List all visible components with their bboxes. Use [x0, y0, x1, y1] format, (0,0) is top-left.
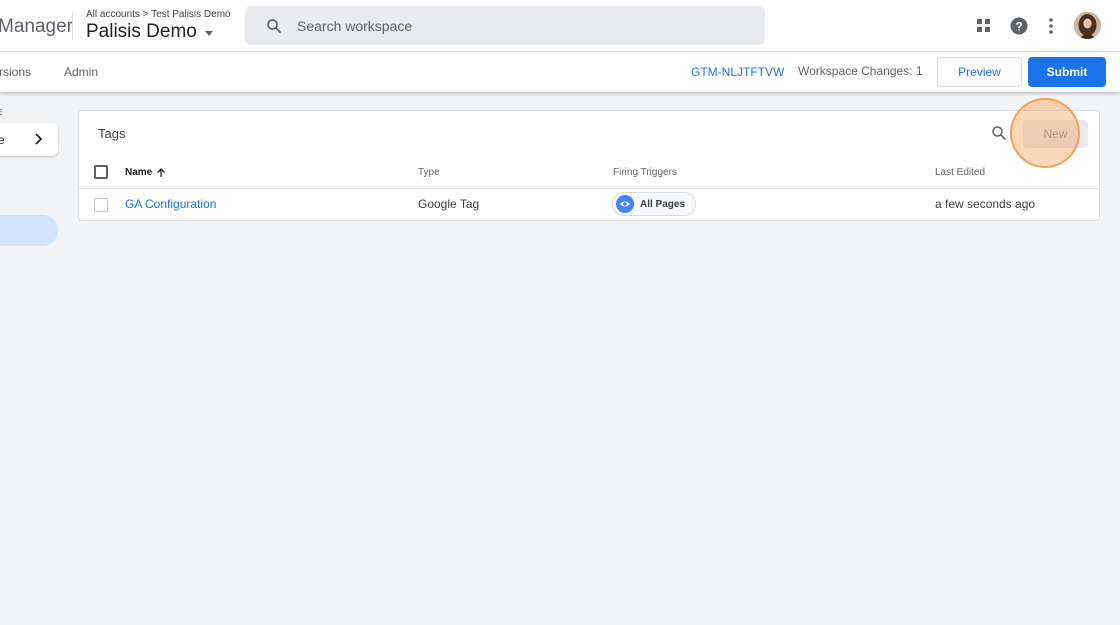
workspace-label: e [0, 132, 5, 147]
eye-icon [616, 195, 634, 213]
top-header: Manager All accounts > Test Palisis Demo… [0, 0, 1120, 52]
avatar[interactable] [1074, 12, 1101, 39]
apps-icon[interactable] [973, 15, 995, 37]
column-header-name[interactable]: Name [125, 167, 166, 178]
column-header-last-edited[interactable]: Last Edited [935, 167, 985, 178]
tag-type: Google Tag [418, 197, 480, 211]
sidebar-item-tags-active[interactable] [0, 215, 58, 246]
breadcrumb[interactable]: All accounts > Test Palisis Demo [86, 9, 231, 20]
card-title: Tags [98, 126, 126, 141]
tab-admin[interactable]: Admin [64, 65, 98, 79]
sort-ascending-icon [157, 167, 166, 177]
sidebar-section-label: E [0, 108, 2, 117]
workspace-changes: Workspace Changes: 1 [798, 64, 923, 78]
svg-text:?: ? [1015, 20, 1022, 34]
search-input[interactable] [297, 17, 717, 34]
last-edited-value: a few seconds ago [935, 197, 1036, 211]
row-checkbox[interactable] [94, 198, 108, 212]
workspace-bar: rsions Admin GTM-NLJTFTVW Workspace Chan… [0, 52, 1120, 92]
preview-button[interactable]: Preview [937, 57, 1022, 87]
column-header-triggers[interactable]: Firing Triggers [613, 167, 677, 178]
chevron-right-icon [35, 133, 43, 145]
help-icon[interactable]: ? [1008, 15, 1030, 37]
product-name[interactable]: Manager [0, 16, 73, 38]
container-id-link[interactable]: GTM-NLJTFTVW [691, 65, 784, 79]
more-vert-icon[interactable] [1040, 15, 1062, 37]
workspace-selector[interactable]: e [0, 123, 58, 156]
tags-card: Tags New Name Type Firing Triggers Last … [78, 98, 1100, 221]
column-header-type[interactable]: Type [418, 167, 440, 178]
new-tag-button[interactable]: New [1023, 120, 1088, 148]
search-icon [267, 18, 281, 33]
select-all-checkbox[interactable] [94, 165, 108, 179]
container-selector[interactable]: Palisis Demo [86, 21, 213, 43]
container-name: Palisis Demo [86, 21, 197, 42]
tab-versions[interactable]: rsions [0, 65, 31, 79]
header-divider [72, 12, 73, 40]
header-divider [79, 188, 1099, 189]
trigger-chip[interactable]: All Pages [612, 192, 697, 216]
column-name-label: Name [125, 167, 153, 178]
tag-name-link[interactable]: GA Configuration [125, 197, 216, 211]
search-bar[interactable] [245, 6, 765, 45]
submit-button[interactable]: Submit [1028, 57, 1106, 87]
caret-down-icon [204, 30, 213, 36]
trigger-label: All Pages [640, 198, 686, 210]
search-icon[interactable] [990, 124, 1008, 142]
